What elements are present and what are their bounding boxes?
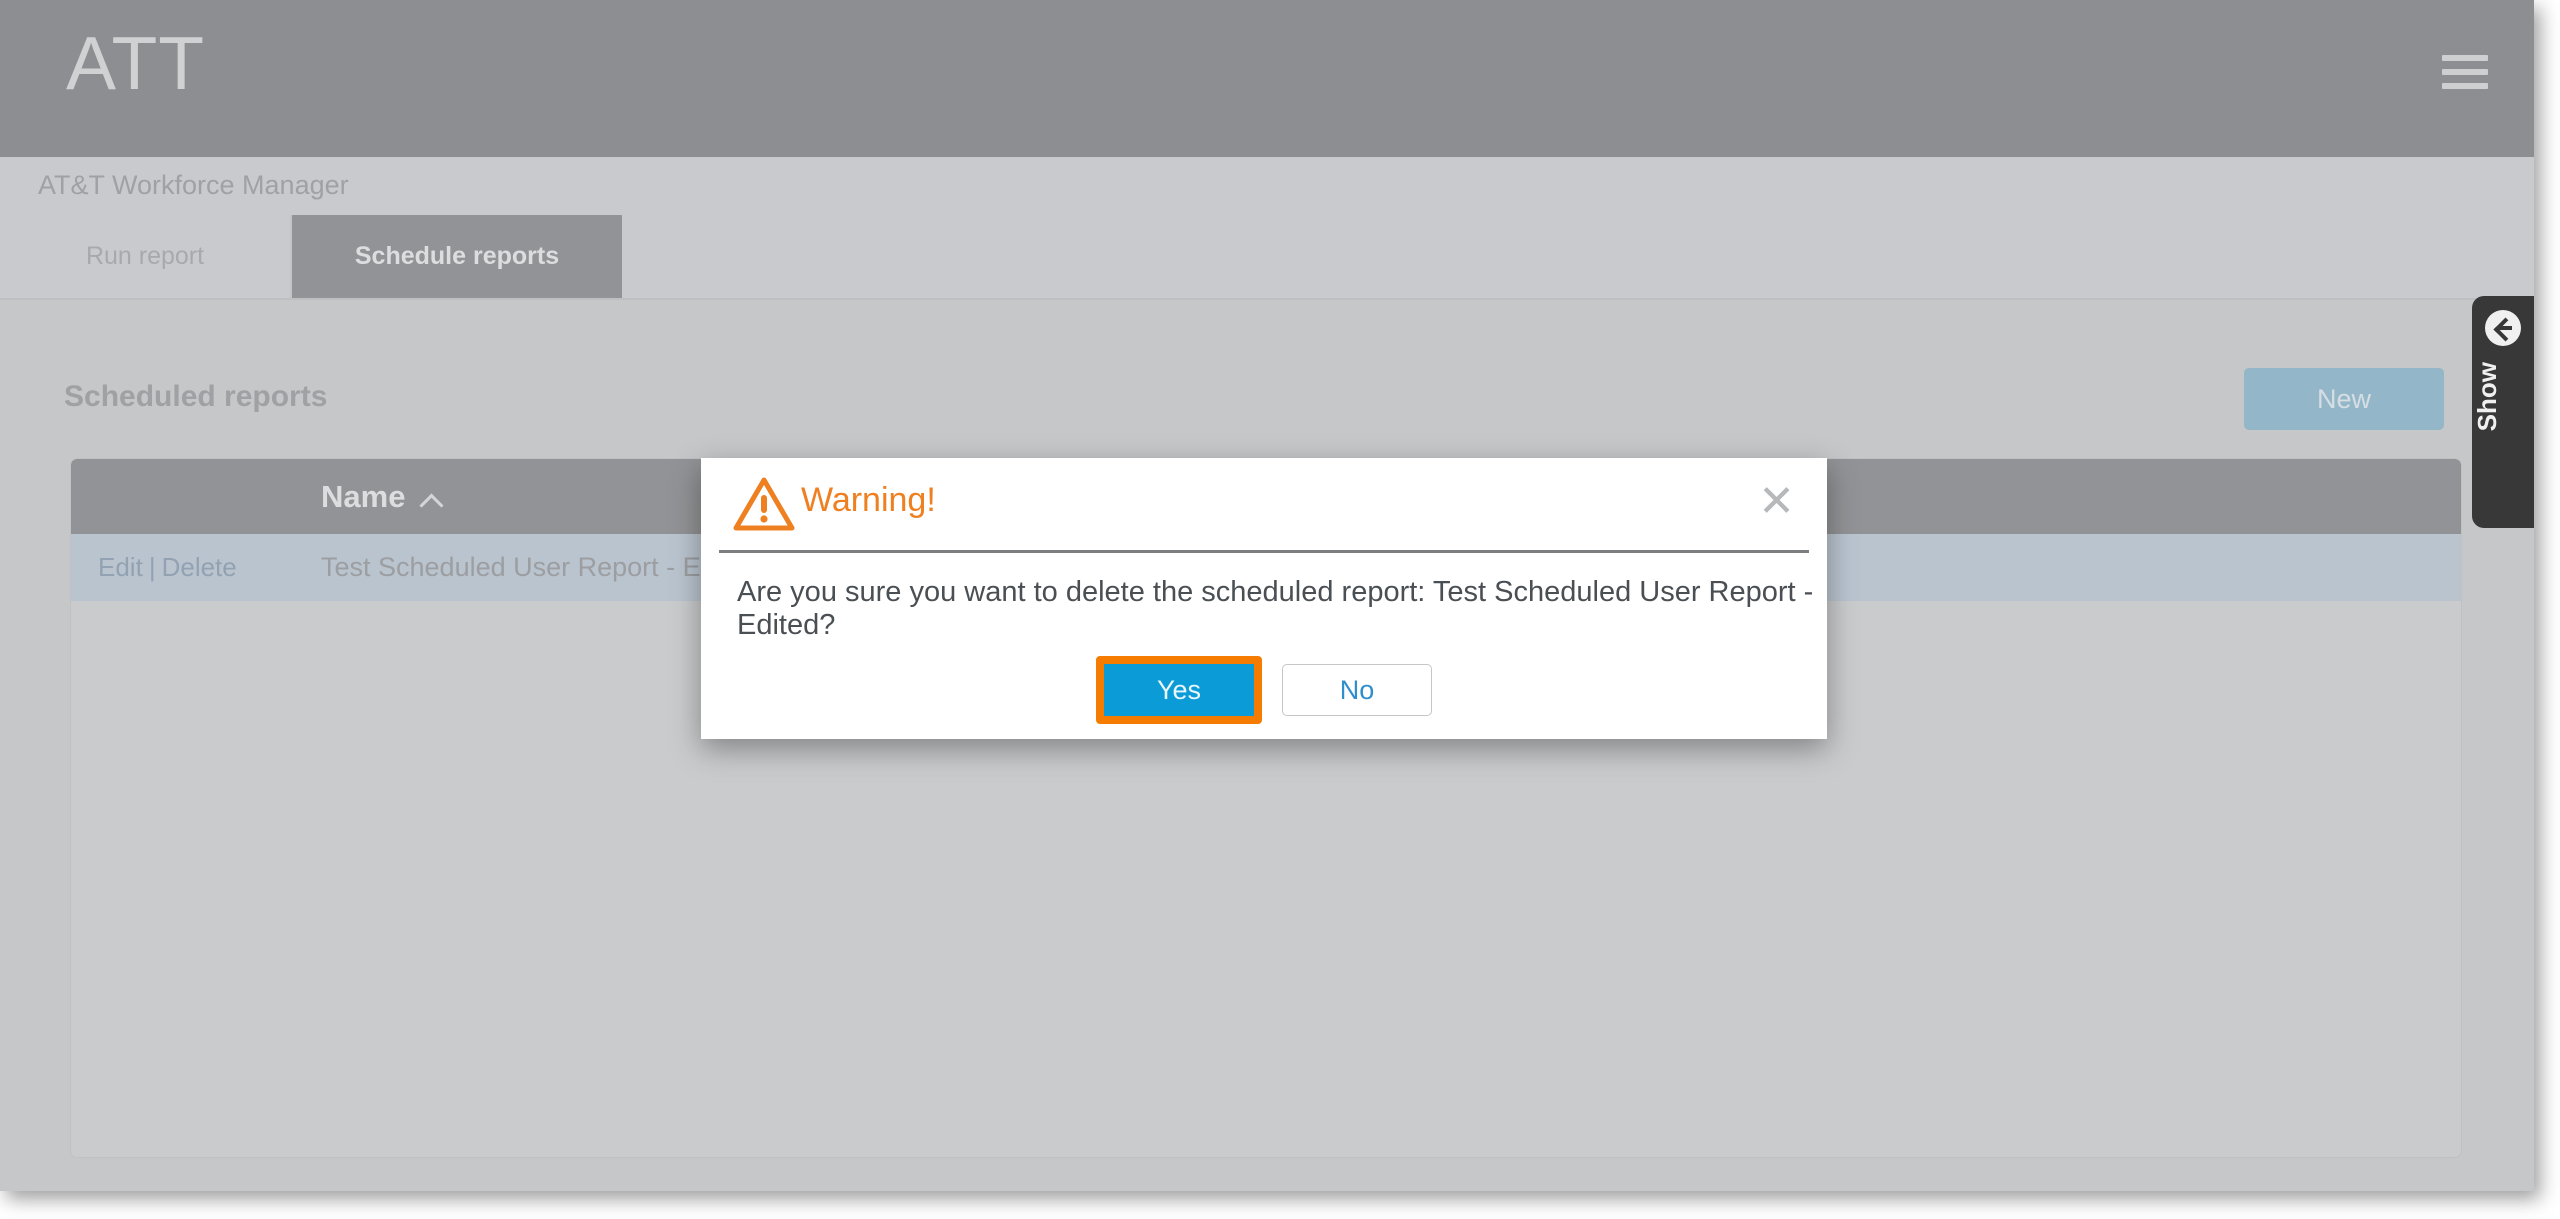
screenshot-root: ATT AT&T Workforce Manager Run report Sc… [0, 0, 2560, 1219]
row-actions-cell: Edit | Delete [98, 552, 237, 583]
tab-run-report[interactable]: Run report [0, 215, 292, 298]
dialog-title: Warning! [801, 481, 936, 519]
delete-confirmation-dialog: Warning! ✕ Are you sure you want to dele… [701, 458, 1827, 739]
row-name-cell: Test Scheduled User Report - Edited [321, 552, 760, 582]
app-title: AT&T Workforce Manager [38, 170, 349, 200]
chevron-up-icon [421, 489, 443, 511]
dialog-actions: Yes No [701, 656, 1827, 724]
page-title: Scheduled reports [64, 380, 328, 413]
hamburger-bar [2442, 55, 2488, 61]
browser-page: ATT AT&T Workforce Manager Run report Sc… [0, 0, 2534, 1191]
top-brand-bar: ATT [0, 0, 2534, 157]
show-panel-label: Show [2472, 362, 2502, 432]
dialog-divider [719, 550, 1809, 553]
new-report-button[interactable]: New [2244, 368, 2444, 430]
hamburger-bar [2442, 83, 2488, 89]
delete-link[interactable]: Delete [162, 552, 237, 582]
tab-schedule-reports[interactable]: Schedule reports [292, 215, 622, 298]
hamburger-menu-icon[interactable] [2442, 55, 2488, 89]
confirm-yes-button[interactable]: Yes [1104, 664, 1254, 716]
circle-arrow-left-icon [2485, 310, 2521, 346]
column-header-label: Name [321, 478, 406, 514]
warning-triangle-icon [733, 477, 795, 531]
action-separator: | [148, 552, 156, 582]
edit-link[interactable]: Edit [98, 552, 143, 582]
tab-bar: Run report Schedule reports [0, 215, 2534, 300]
dialog-message: Are you sure you want to delete the sche… [737, 576, 1814, 641]
confirm-focus-ring: Yes [1096, 656, 1262, 724]
brand-logo: ATT [66, 21, 206, 105]
hamburger-bar [2442, 69, 2488, 75]
close-icon[interactable]: ✕ [1758, 480, 1795, 524]
dialog-header: Warning! ✕ [701, 458, 1827, 550]
app-title-bar: AT&T Workforce Manager [0, 157, 2534, 215]
show-panel-tab[interactable]: Show [2472, 296, 2534, 528]
column-header-name[interactable]: Name [321, 459, 443, 534]
dialog-body: Are you sure you want to delete the sche… [701, 576, 1827, 642]
cancel-no-button[interactable]: No [1282, 664, 1432, 716]
